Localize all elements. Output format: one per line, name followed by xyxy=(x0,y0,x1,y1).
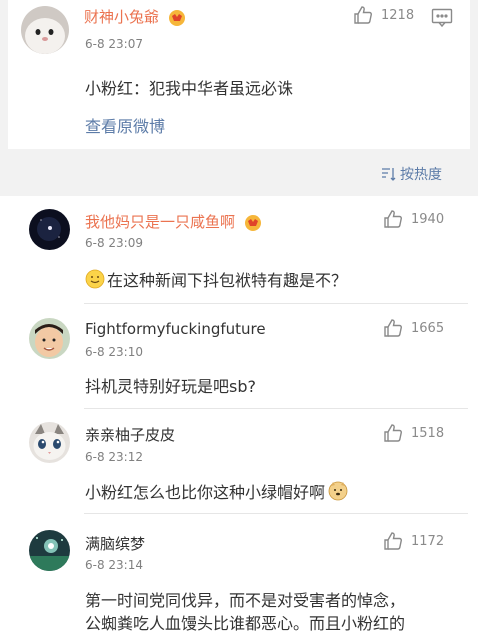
like-button[interactable]: 1218 xyxy=(353,5,414,25)
divider xyxy=(84,408,468,409)
doge-emoji-icon xyxy=(328,481,348,501)
like-count: 1665 xyxy=(411,320,445,336)
like-count: 1518 xyxy=(411,425,445,441)
thumb-up-icon xyxy=(384,532,402,550)
sort-icon xyxy=(382,168,396,181)
comment-text: 小粉红怎么也比你这种小绿帽好啊 xyxy=(85,479,351,503)
smiley-emoji-icon xyxy=(85,269,105,289)
comment-text-line-1: 第一时间党同伐异，而不是对受害者的悼念， xyxy=(85,591,406,610)
top-comment-card: 财神小兔爺 6-8 23:07 1218 小粉红：犯我中华者虽远必诛 查看原微博 xyxy=(8,0,470,149)
username[interactable]: Fightformyfuckingfuture xyxy=(85,320,266,338)
vip-badge-icon xyxy=(168,9,185,26)
thumb-up-icon xyxy=(384,210,402,228)
avatar[interactable] xyxy=(29,318,70,359)
like-count: 1172 xyxy=(411,533,445,549)
like-button[interactable]: 1940 xyxy=(383,209,444,229)
username[interactable]: 满脑缤梦 xyxy=(85,533,145,554)
divider xyxy=(84,513,468,514)
vip-badge-icon xyxy=(244,214,261,231)
avatar[interactable] xyxy=(29,530,70,571)
comment-text-line-2: 公蜘粪吃人血馒头比谁都恶心。而且小粉红的 xyxy=(85,614,406,633)
like-count: 1940 xyxy=(411,211,445,227)
comment-time: 6-8 23:12 xyxy=(85,450,143,464)
thumb-up-icon xyxy=(384,424,402,442)
comment-text: 在这种新闻下抖包袱特有趣是不？ xyxy=(85,267,347,291)
comment-time: 6-8 23:09 xyxy=(85,236,143,250)
comment-icon[interactable] xyxy=(431,8,453,32)
like-count: 1218 xyxy=(381,7,415,23)
comment-list: 我他妈只是一只咸鱼啊 6-8 23:09 1940 在这种新闻下抖包袱特有趣是不… xyxy=(0,196,478,634)
like-button[interactable]: 1665 xyxy=(383,318,444,338)
comment-time: 6-8 23:14 xyxy=(85,558,143,572)
avatar[interactable] xyxy=(29,422,70,463)
divider xyxy=(84,303,468,304)
username[interactable]: 亲亲柚子皮皮 xyxy=(85,424,175,445)
username[interactable]: 我他妈只是一只咸鱼啊 xyxy=(85,211,263,232)
comment-text: 小粉红：犯我中华者虽远必诛 xyxy=(85,79,294,98)
comment-time: 6-8 23:10 xyxy=(85,345,143,359)
username[interactable]: 财神小兔爺 xyxy=(84,6,187,27)
comment-time: 6-8 23:07 xyxy=(85,37,143,51)
thumb-up-icon xyxy=(384,319,402,337)
comment-text: 抖机灵特别好玩是吧sb? xyxy=(85,377,256,396)
thumb-up-icon xyxy=(354,6,372,24)
like-button[interactable]: 1518 xyxy=(383,423,444,443)
view-original-link[interactable]: 查看原微博 xyxy=(85,113,165,137)
avatar[interactable] xyxy=(29,209,70,250)
like-button[interactable]: 1172 xyxy=(383,531,444,551)
avatar[interactable] xyxy=(21,6,69,54)
sort-by-hot-button[interactable]: 按热度 xyxy=(381,164,442,184)
